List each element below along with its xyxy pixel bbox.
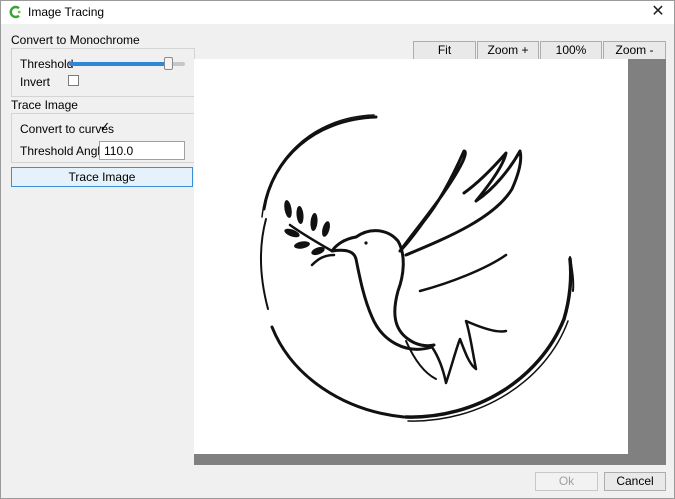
trace-image-button[interactable]: Trace Image [11, 167, 193, 187]
trace-section-label: Trace Image [11, 98, 78, 112]
zoom-out-button[interactable]: Zoom - [603, 41, 666, 60]
title-bar[interactable]: Image Tracing ✕ [1, 1, 674, 24]
threshold-slider-handle[interactable] [164, 57, 173, 70]
threshold-angle-input[interactable] [99, 141, 185, 160]
preview-canvas[interactable] [194, 59, 666, 465]
monochrome-group: Threshold Invert [11, 48, 195, 97]
invert-label: Invert [20, 75, 51, 89]
zoom-fit-button[interactable]: Fit [413, 41, 476, 60]
zoom-100-button[interactable]: 100% [540, 41, 602, 60]
window-title: Image Tracing [28, 5, 105, 19]
threshold-label: Threshold [20, 57, 74, 71]
threshold-angle-label: Threshold Angle [20, 144, 107, 158]
cancel-button[interactable]: Cancel [604, 472, 666, 491]
preview-image-area [194, 59, 628, 454]
monochrome-section-label: Convert to Monochrome [11, 33, 140, 47]
dove-with-olive-branch-image [259, 114, 575, 422]
zoom-in-button[interactable]: Zoom + [477, 41, 539, 60]
convert-to-curves-checkbox[interactable]: ✓ [99, 120, 111, 133]
trace-group: Convert to curves ✓ Threshold Angle [11, 113, 195, 163]
close-button[interactable]: ✕ [648, 3, 668, 21]
invert-checkbox[interactable] [68, 75, 79, 86]
threshold-slider-fill [69, 62, 169, 66]
close-icon: ✕ [651, 3, 665, 20]
app-logo-icon [9, 5, 21, 19]
image-tracing-dialog: Image Tracing ✕ Convert to Monochrome Th… [0, 0, 675, 499]
ok-button[interactable]: Ok [535, 472, 598, 491]
